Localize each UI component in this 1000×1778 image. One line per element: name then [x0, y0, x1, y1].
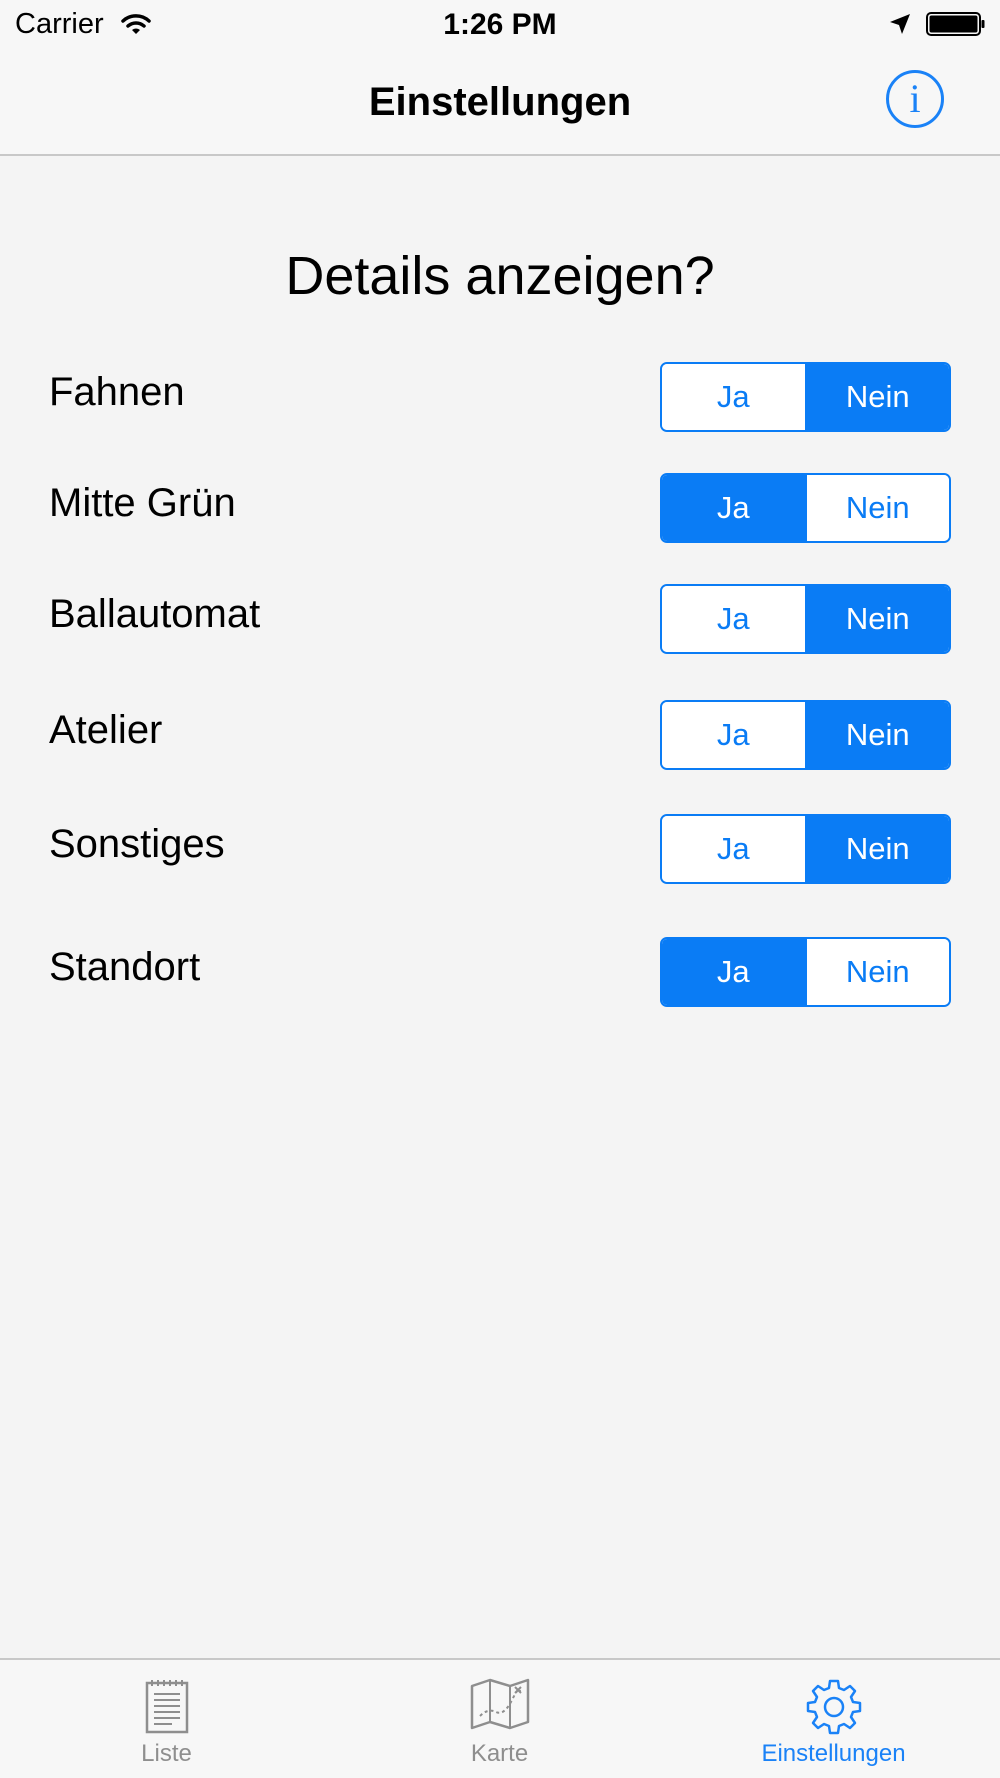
yes-no-segmented-control[interactable]: Ja Nein [660, 937, 951, 1007]
segment-nein[interactable]: Nein [804, 364, 949, 430]
segment-nein[interactable]: Nein [804, 816, 949, 882]
setting-row-mitte-gruen: Mitte Grün Ja Nein [0, 473, 1000, 543]
tab-bar: Liste Karte Einstellungen [0, 1658, 1000, 1778]
segment-ja[interactable]: Ja [662, 816, 805, 882]
yes-no-segmented-control[interactable]: Ja Nein [660, 362, 951, 432]
tab-label: Einstellungen [761, 1740, 906, 1767]
segment-nein[interactable]: Nein [804, 702, 949, 768]
tab-label: Karte [470, 1740, 529, 1767]
tab-label: Liste [141, 1740, 192, 1767]
navigation-bar: Einstellungen i [0, 50, 1000, 156]
status-time: 1:26 PM [443, 8, 557, 41]
segment-nein[interactable]: Nein [804, 586, 949, 652]
yes-no-segmented-control[interactable]: Ja Nein [660, 473, 951, 543]
info-icon: i [909, 76, 921, 121]
setting-label: Atelier [49, 708, 163, 752]
setting-row-sonstiges: Sonstiges Ja Nein [0, 814, 1000, 884]
setting-row-fahnen: Fahnen Ja Nein [0, 362, 1000, 432]
status-bar: Carrier 1:26 PM [0, 0, 1000, 50]
details-heading: Details anzeigen? [285, 246, 715, 306]
tab-einstellungen[interactable]: Einstellungen [667, 1660, 1000, 1778]
setting-row-standort: Standort Ja Nein [0, 937, 1000, 1007]
tab-liste[interactable]: Liste [0, 1660, 333, 1778]
setting-row-ballautomat: Ballautomat Ja Nein [0, 584, 1000, 654]
segment-ja[interactable]: Ja [662, 702, 805, 768]
segment-ja[interactable]: Ja [662, 939, 805, 1005]
setting-row-atelier: Atelier Ja Nein [0, 700, 1000, 770]
segment-nein[interactable]: Nein [804, 475, 949, 541]
setting-label: Ballautomat [49, 592, 261, 636]
setting-label: Mitte Grün [49, 481, 236, 525]
info-button[interactable]: i [886, 70, 944, 128]
setting-label: Standort [49, 945, 201, 989]
gear-icon [805, 1678, 863, 1741]
location-arrow-icon [888, 12, 912, 41]
page-title: Einstellungen [368, 80, 632, 124]
setting-label: Sonstiges [49, 822, 225, 866]
setting-label: Fahnen [49, 370, 185, 414]
segment-nein[interactable]: Nein [804, 939, 949, 1005]
list-document-icon [144, 1678, 190, 1739]
segment-ja[interactable]: Ja [662, 475, 805, 541]
yes-no-segmented-control[interactable]: Ja Nein [660, 700, 951, 770]
yes-no-segmented-control[interactable]: Ja Nein [660, 814, 951, 884]
yes-no-segmented-control[interactable]: Ja Nein [660, 584, 951, 654]
battery-icon [926, 12, 986, 41]
segment-ja[interactable]: Ja [662, 586, 805, 652]
map-icon [470, 1678, 530, 1735]
segment-ja[interactable]: Ja [662, 364, 805, 430]
tab-karte[interactable]: Karte [333, 1660, 666, 1778]
